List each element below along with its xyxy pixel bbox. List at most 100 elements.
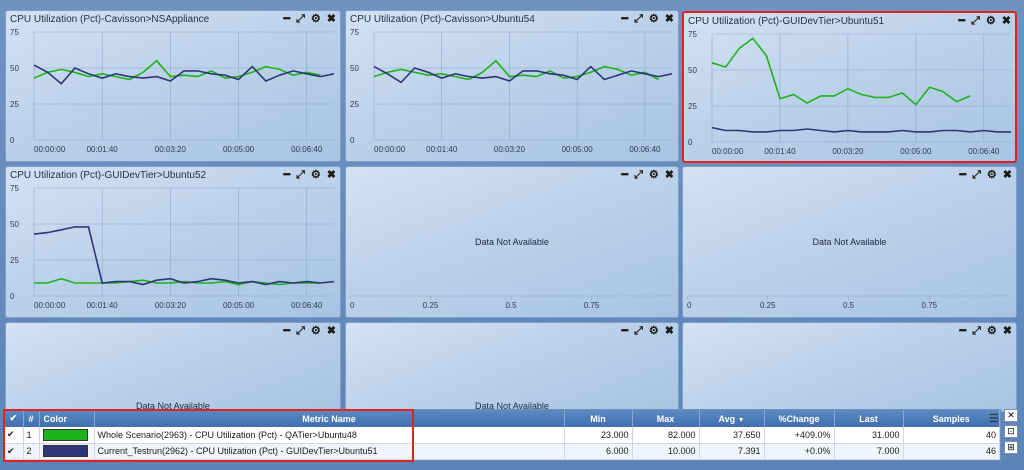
- minimize-icon[interactable]: ━: [283, 14, 290, 25]
- gear-icon[interactable]: ⚙: [987, 170, 997, 181]
- row-max: 10.000: [632, 443, 700, 460]
- x-tick-label: 00:06:40: [291, 301, 323, 310]
- gear-icon[interactable]: ⚙: [311, 14, 321, 25]
- x-tick-label: 00:01:40: [764, 147, 796, 156]
- close-icon[interactable]: ✖: [1002, 16, 1011, 27]
- row-min: 23.000: [564, 427, 633, 444]
- minimize-icon[interactable]: ━: [959, 326, 966, 337]
- color-swatch[interactable]: [42, 428, 88, 441]
- row-last: 31.000: [834, 427, 904, 444]
- x-tick-label: 00:06:40: [291, 145, 323, 154]
- panel-header[interactable]: CPU Utilization (Pct)-Cavisson>NSApplian…: [6, 11, 340, 28]
- header-color[interactable]: Color: [39, 410, 95, 427]
- row-check-icon[interactable]: ✔: [4, 443, 24, 460]
- header-last[interactable]: Last: [834, 410, 904, 427]
- x-tick-label: 00:00:00: [712, 147, 744, 156]
- expand-arrows-icon[interactable]: ⤢: [971, 16, 980, 27]
- chart-panel[interactable]: ━ ⤢ ⚙ ✖ 0 0.25 0.5 0.75 Data Not Available: [682, 166, 1017, 318]
- expand-arrows-icon[interactable]: ⤢: [634, 170, 643, 181]
- minimize-icon[interactable]: ━: [959, 170, 966, 181]
- chart-panel[interactable]: ━ ⤢ ⚙ ✖ 0 0.25 0.5 0.75 Data Not Available: [345, 166, 679, 318]
- gear-icon[interactable]: ⚙: [649, 326, 659, 337]
- header-max[interactable]: Max: [632, 410, 700, 427]
- metric-legend-table: ✔ # Color Metric Name Min Max Avg ▼ %Cha…: [3, 409, 1001, 461]
- expand-arrows-icon[interactable]: ⤢: [634, 326, 643, 337]
- panel-header[interactable]: CPU Utilization (Pct)-Cavisson>Ubuntu54 ━…: [346, 11, 678, 28]
- minimize-icon[interactable]: ━: [283, 170, 290, 181]
- x-tick-label: 0.75: [584, 301, 600, 310]
- panel-header[interactable]: CPU Utilization (Pct)-GUIDevTier>Ubuntu5…: [6, 167, 340, 184]
- color-swatch[interactable]: [42, 445, 88, 457]
- header-change[interactable]: %Change: [764, 410, 835, 427]
- collapse-icon[interactable]: ⊡: [1004, 425, 1018, 438]
- chart-panel[interactable]: CPU Utilization (Pct)-Cavisson>NSApplian…: [5, 10, 341, 162]
- chart-panel[interactable]: ━ ⤢ ⚙ ✖ Data Not Available: [5, 322, 341, 412]
- table-row[interactable]: ✔ 1 Whole Scenario(2963) - CPU Utilizati…: [4, 427, 1000, 444]
- gear-icon[interactable]: ⚙: [649, 170, 659, 181]
- panel-header[interactable]: ━ ⤢ ⚙ ✖: [346, 167, 678, 184]
- x-tick-label: 00:03:20: [155, 301, 187, 310]
- row-change: +0.0%: [764, 443, 835, 460]
- gear-icon[interactable]: ⚙: [987, 326, 997, 337]
- x-tick-label: 0: [350, 301, 355, 310]
- gear-icon[interactable]: ⚙: [311, 326, 321, 337]
- expand-arrows-icon[interactable]: ⤢: [296, 170, 305, 181]
- header-check[interactable]: ✔: [4, 410, 24, 427]
- panel-header[interactable]: CPU Utilization (Pct)-GUIDevTier>Ubuntu5…: [684, 13, 1015, 30]
- expand-arrows-icon[interactable]: ⤢: [634, 14, 643, 25]
- close-icon[interactable]: ✖: [665, 170, 674, 181]
- row-color-cell[interactable]: [39, 443, 95, 460]
- close-icon[interactable]: ✖: [665, 14, 674, 25]
- chart-panel[interactable]: ━ ⤢ ⚙ ✖ Data Not Available: [345, 322, 679, 412]
- chart-panel[interactable]: CPU Utilization (Pct)-GUIDevTier>Ubuntu5…: [5, 166, 341, 318]
- close-icon[interactable]: ✖: [327, 170, 336, 181]
- row-max: 82.000: [632, 427, 700, 444]
- expand-arrows-icon[interactable]: ⤢: [296, 326, 305, 337]
- row-check-icon[interactable]: ✔: [4, 427, 24, 444]
- panel-header[interactable]: ━ ⤢ ⚙ ✖: [6, 323, 340, 340]
- chart-panel[interactable]: CPU Utilization (Pct)-GUIDevTier>Ubuntu5…: [682, 11, 1017, 163]
- close-icon[interactable]: ✕: [1004, 409, 1018, 422]
- gear-icon[interactable]: ⚙: [649, 14, 659, 25]
- row-color-cell[interactable]: [39, 427, 95, 444]
- chart-panel[interactable]: CPU Utilization (Pct)-Cavisson>Ubuntu54 ━…: [345, 10, 679, 162]
- expand-arrows-icon[interactable]: ⤢: [972, 170, 981, 181]
- header-num[interactable]: #: [23, 410, 40, 427]
- panel-header[interactable]: ━ ⤢ ⚙ ✖: [683, 167, 1016, 184]
- minimize-icon[interactable]: ━: [958, 16, 965, 27]
- gear-icon[interactable]: ⚙: [986, 16, 996, 27]
- panel-header[interactable]: ━ ⤢ ⚙ ✖: [346, 323, 678, 340]
- row-metric-name: Current_Testrun(2962) - CPU Utilization …: [94, 443, 565, 460]
- panel-title: CPU Utilization (Pct)-GUIDevTier>Ubuntu5…: [688, 16, 885, 27]
- minimize-icon[interactable]: ━: [621, 326, 628, 337]
- minimize-icon[interactable]: ━: [283, 326, 290, 337]
- close-icon[interactable]: ✖: [327, 326, 336, 337]
- expand-arrows-icon[interactable]: ⤢: [972, 326, 981, 337]
- minimize-icon[interactable]: ━: [621, 170, 628, 181]
- close-icon[interactable]: ✖: [1003, 170, 1012, 181]
- chart-panel[interactable]: ━ ⤢ ⚙ ✖: [682, 322, 1017, 412]
- column-menu-icon[interactable]: ☰: [989, 412, 999, 425]
- x-tick-label: 00:03:20: [155, 145, 187, 154]
- panel-title: CPU Utilization (Pct)-Cavisson>Ubuntu54: [350, 14, 535, 25]
- gear-icon[interactable]: ⚙: [311, 170, 321, 181]
- table-row[interactable]: ✔ 2 Current_Testrun(2962) - CPU Utilizat…: [4, 443, 1000, 460]
- no-data-message: Data Not Available: [475, 237, 549, 247]
- header-metric-name[interactable]: Metric Name: [94, 410, 565, 427]
- row-last: 7.000: [834, 443, 904, 460]
- header-avg[interactable]: Avg ▼: [699, 410, 765, 427]
- series-line-green: [711, 37, 971, 106]
- expand-arrows-icon[interactable]: ⤢: [296, 14, 305, 25]
- expand-icon[interactable]: ⊞: [1004, 441, 1018, 454]
- x-tick-label: 00:00:00: [34, 145, 66, 154]
- close-icon[interactable]: ✖: [1003, 326, 1012, 337]
- header-min[interactable]: Min: [564, 410, 633, 427]
- y-tick-label: 50: [688, 66, 697, 75]
- row-avg: 37.650: [699, 427, 765, 444]
- close-icon[interactable]: ✖: [327, 14, 336, 25]
- header-avg-label: Avg: [718, 413, 736, 424]
- close-icon[interactable]: ✖: [665, 326, 674, 337]
- panel-header[interactable]: ━ ⤢ ⚙ ✖: [683, 323, 1016, 340]
- header-samples[interactable]: Samples: [903, 410, 1000, 427]
- minimize-icon[interactable]: ━: [621, 14, 628, 25]
